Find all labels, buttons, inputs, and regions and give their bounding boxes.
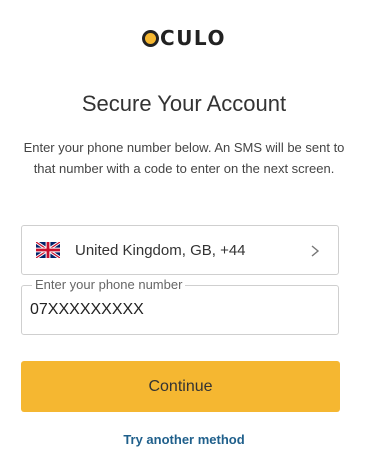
uk-flag-icon xyxy=(36,242,60,258)
phone-number-input[interactable] xyxy=(30,298,320,322)
continue-button[interactable]: Continue xyxy=(21,361,340,412)
country-select-value: United Kingdom, GB, +44 xyxy=(75,242,246,259)
logo-wordmark: CULO xyxy=(160,26,226,50)
try-another-method-link[interactable]: Try another method xyxy=(0,431,368,449)
oculo-logo: CULO xyxy=(0,26,368,50)
country-code-select[interactable]: United Kingdom, GB, +44 xyxy=(21,225,339,275)
page-title: Secure Your Account xyxy=(81,91,287,116)
chevron-right-icon xyxy=(311,245,320,257)
logo-o-mark xyxy=(142,30,160,47)
phone-number-label: Enter your phone number xyxy=(32,277,186,293)
secure-account-page: CULO Secure Your Account Enter your phon… xyxy=(0,0,368,471)
phone-number-field[interactable]: Enter your phone number xyxy=(21,277,339,335)
instructions-text: Enter your phone number below. An SMS wi… xyxy=(23,140,345,176)
